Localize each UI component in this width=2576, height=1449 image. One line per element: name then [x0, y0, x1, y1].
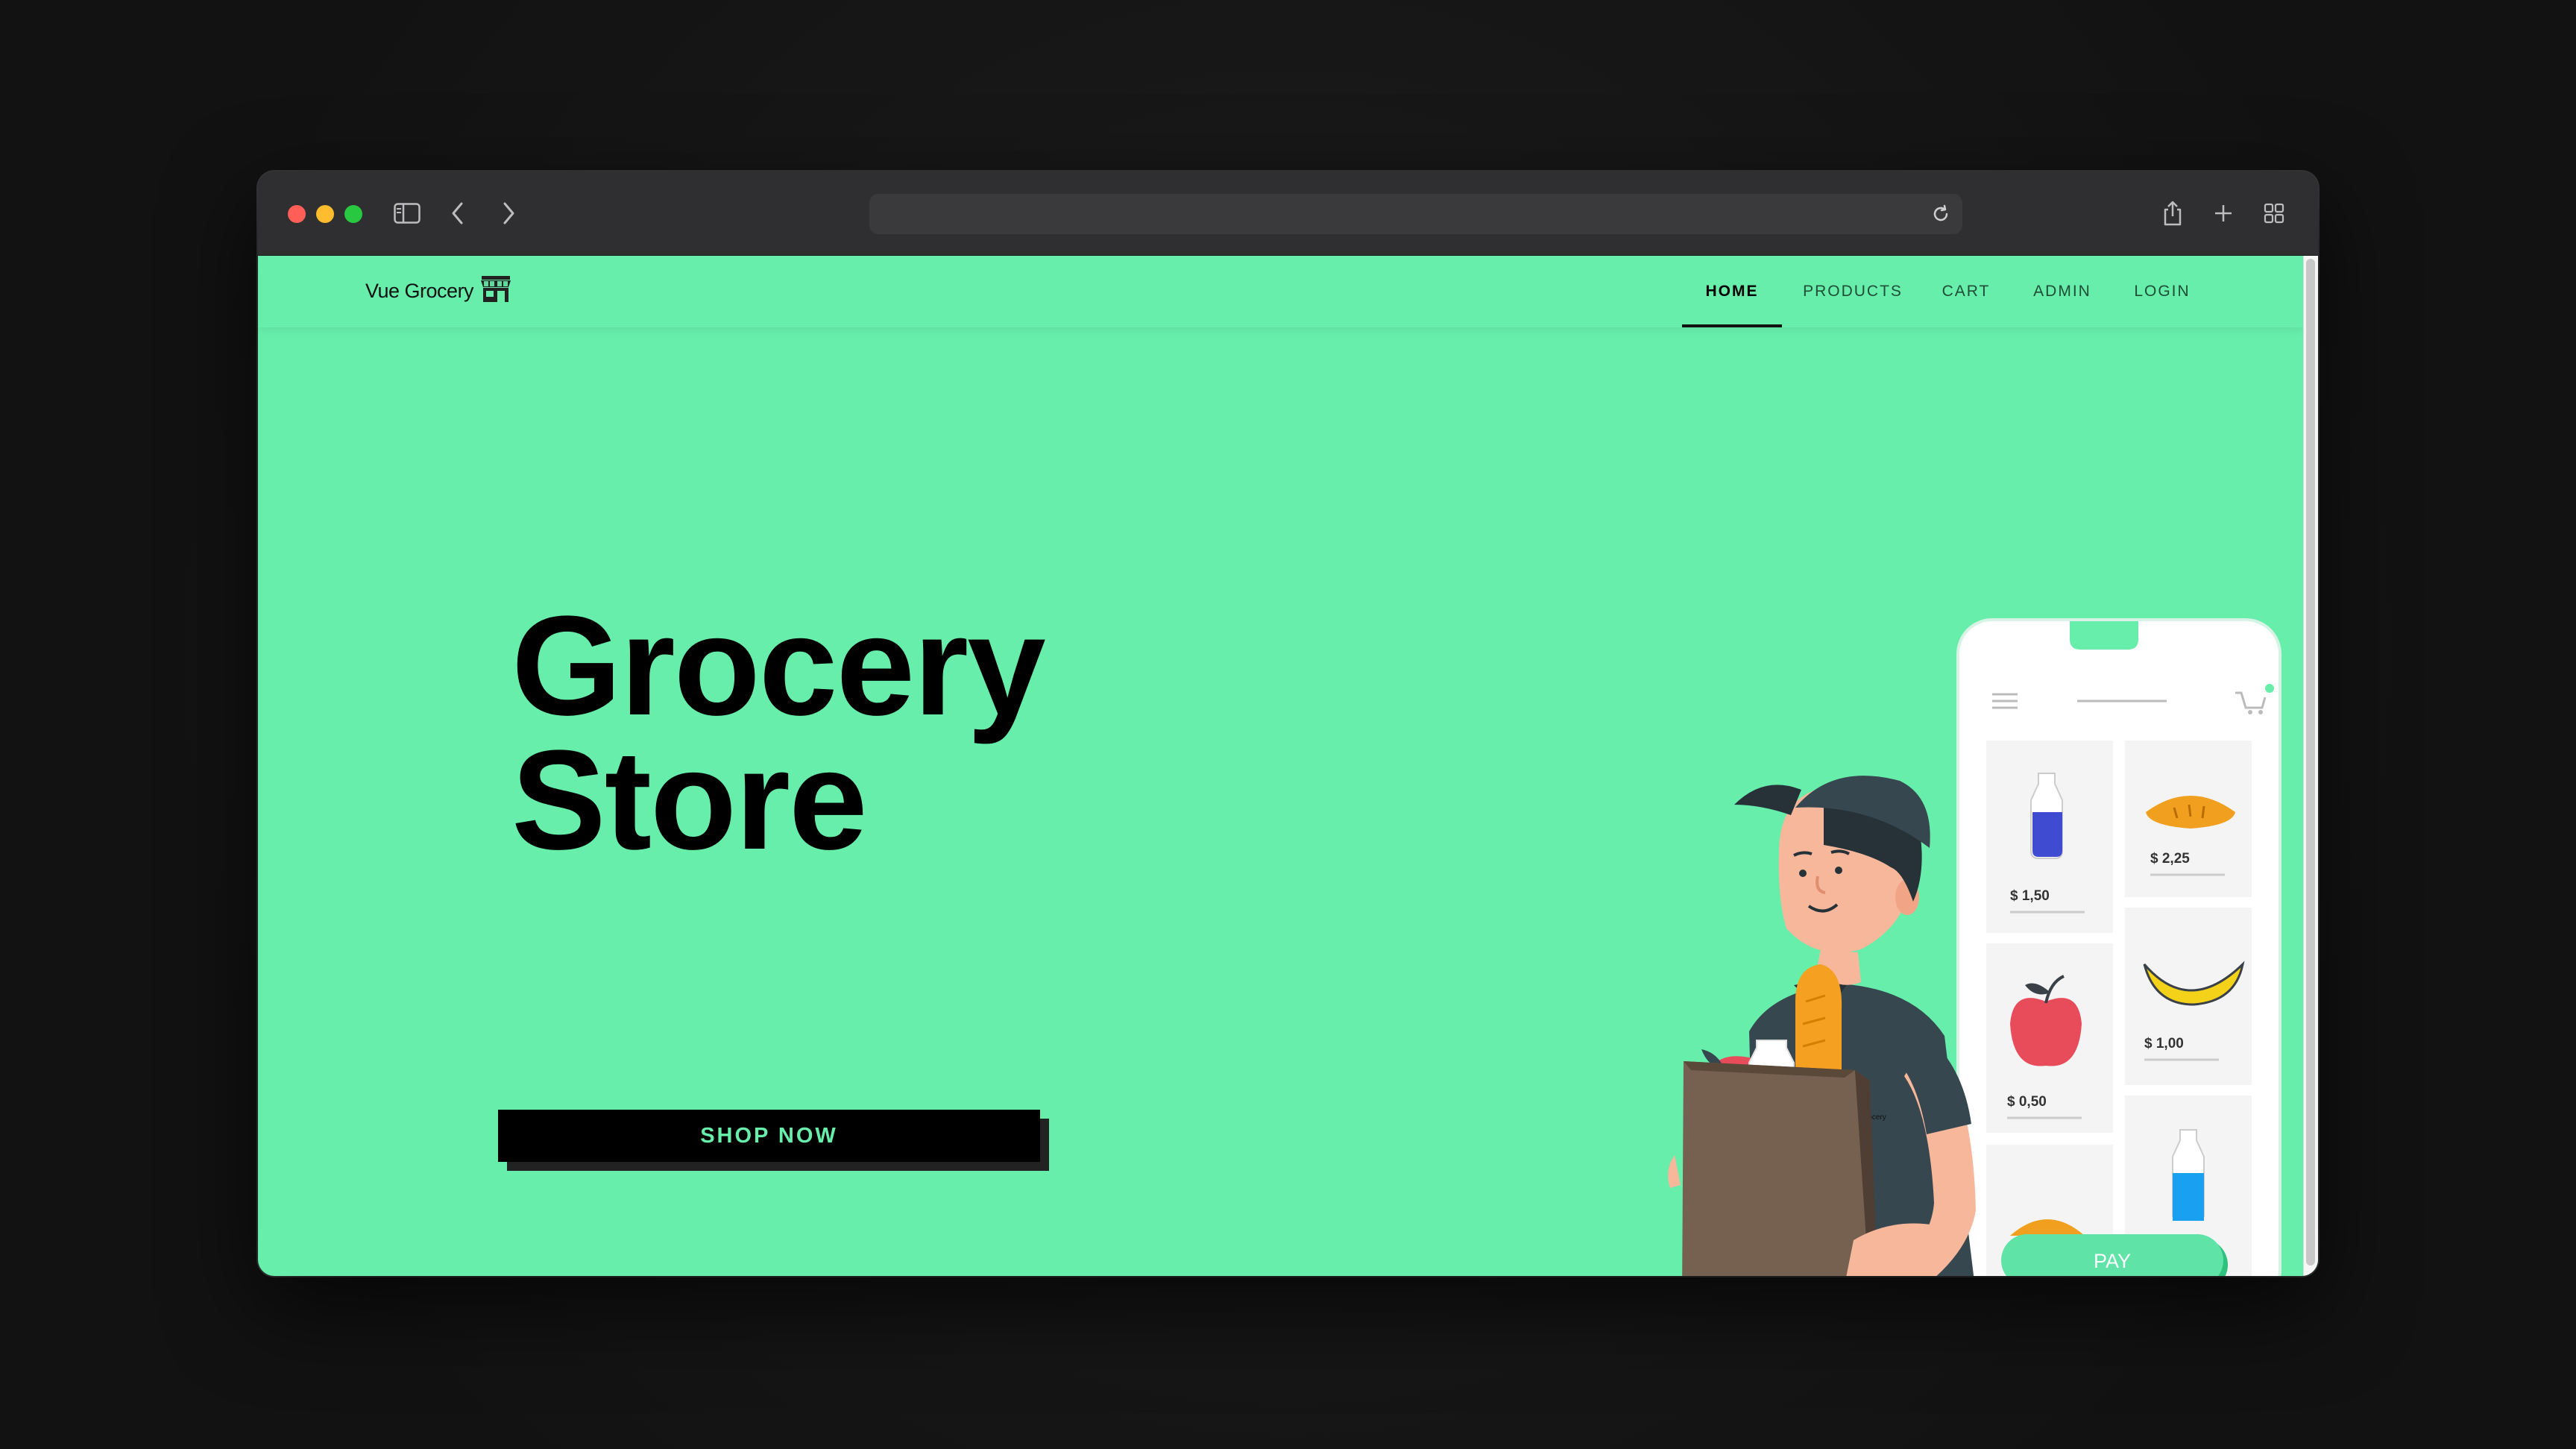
forward-icon[interactable]: [488, 192, 529, 234]
zoom-window-button[interactable]: [344, 205, 362, 223]
share-icon[interactable]: [2152, 192, 2194, 234]
close-window-button[interactable]: [288, 205, 306, 223]
page-scrollbar[interactable]: [2303, 256, 2318, 1276]
scrollbar-thumb[interactable]: [2306, 259, 2315, 1266]
phone-mockup: $ 1,50 $ 2,25 $ 0,50 $ 1,00 PAY: [1956, 618, 2281, 1276]
delivery-illustration: $ 1,50 $ 2,25 $ 0,50 $ 1,00 PAY Grocery: [1668, 618, 2281, 1276]
browser-toolbar: [258, 172, 2318, 256]
top-navbar: Vue Grocery HOME PRODUCTS CART ADMIN LOG…: [258, 256, 2303, 327]
price-milk: $ 1,50: [2010, 888, 2050, 904]
brand-name: Vue Grocery: [365, 279, 474, 302]
page-viewport: Vue Grocery HOME PRODUCTS CART ADMIN LOG…: [258, 256, 2318, 1276]
nav-login[interactable]: LOGIN: [2117, 256, 2207, 327]
price-banana: $ 1,00: [2144, 1036, 2184, 1052]
address-bar[interactable]: [869, 194, 1962, 234]
delivery-person: Vue Grocery: [1668, 776, 1976, 1276]
nav-cart[interactable]: CART: [1925, 256, 2007, 327]
hero-title: Grocery Store: [511, 587, 1046, 879]
minimize-window-button[interactable]: [316, 205, 334, 223]
hero-title-line1: Grocery: [511, 587, 1046, 745]
pay-button-label: PAY: [2094, 1250, 2131, 1272]
back-icon[interactable]: [437, 192, 479, 234]
nav-home[interactable]: HOME: [1682, 256, 1782, 327]
new-tab-icon[interactable]: [2202, 192, 2244, 234]
storefront-icon: [479, 274, 512, 309]
price-apple: $ 0,50: [2007, 1094, 2047, 1110]
shop-now-button[interactable]: SHOP NOW: [498, 1110, 1040, 1162]
nav-admin[interactable]: ADMIN: [2018, 256, 2107, 327]
hero-title-line2: Store: [511, 721, 868, 879]
tab-overview-icon[interactable]: [2253, 192, 2295, 234]
brand-logo[interactable]: Vue Grocery: [365, 272, 512, 309]
nav-products[interactable]: PRODUCTS: [1789, 256, 1916, 327]
price-bread: $ 2,25: [2150, 851, 2190, 867]
reload-icon[interactable]: [1930, 203, 1952, 225]
sidebar-toggle-icon[interactable]: [386, 192, 428, 234]
browser-window: Vue Grocery HOME PRODUCTS CART ADMIN LOG…: [258, 172, 2318, 1276]
